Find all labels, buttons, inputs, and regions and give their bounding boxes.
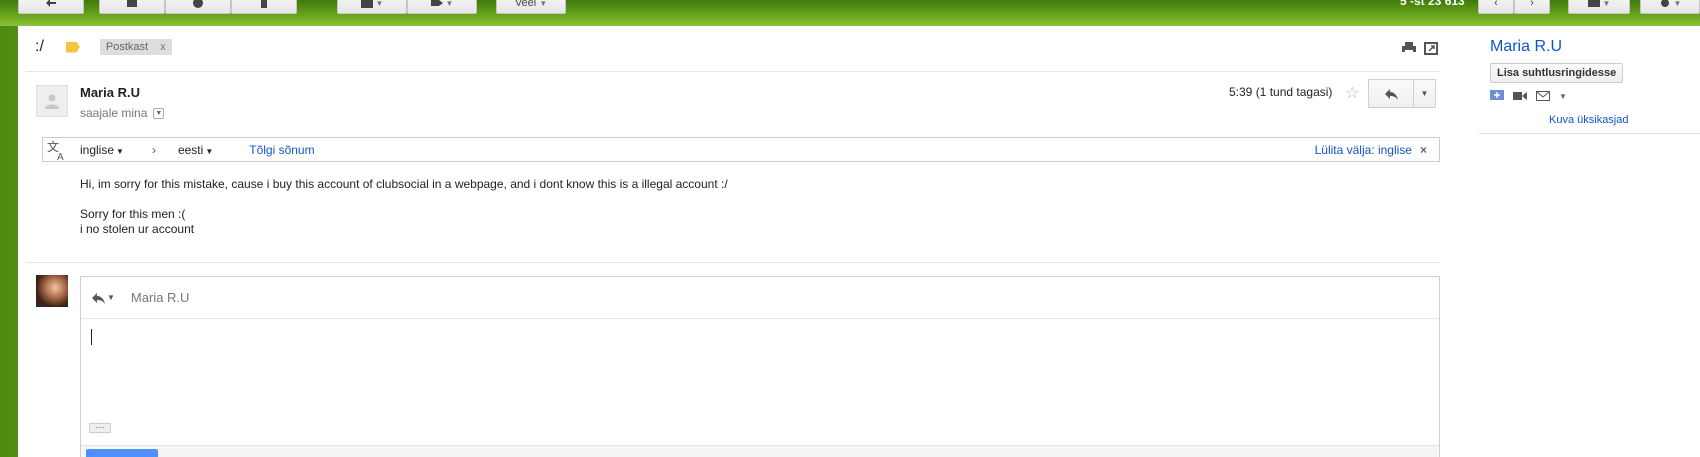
reply-icon [1385,88,1398,100]
body-line: Hi, im sorry for this mistake, cause i b… [80,177,728,191]
more-actions-button[interactable]: ▼ [1414,79,1436,108]
label-icon [430,0,443,6]
body-line: i no stolen ur account [80,222,195,236]
input-tools-button[interactable]: ▼ [1568,0,1630,14]
sender-name[interactable]: Maria R.U [80,85,140,100]
contact-actions: ▼ [1490,90,1623,102]
divider [1479,133,1700,134]
back-button[interactable] [18,0,84,14]
translate-bar: 文 A inglise ▼ › eesti ▼ Tõlgi sõnum Lülita… [42,137,1440,162]
print-icon[interactable] [1402,42,1416,55]
reply-to-recipient[interactable]: Maria R.U [131,290,190,305]
label-chip-inbox[interactable]: Postkast x [99,39,172,55]
more-label: Veel [514,0,537,9]
back-icon [46,0,56,7]
my-avatar[interactable] [36,275,68,307]
chevron-down-icon[interactable]: ▼ [1559,92,1567,101]
message-count: 5 -st 23 613 [1400,0,1465,8]
target-language-select[interactable]: eesti ▼ [178,143,213,157]
divider [26,71,1440,72]
important-marker-icon[interactable] [65,41,80,53]
thread-subject: :/ [35,38,44,55]
reply-compose: ▼ Maria R.U ··· [80,276,1440,457]
remove-label-button[interactable]: x [160,41,166,53]
arrow-right-icon: › [151,142,156,157]
body-line: Sorry for this men :( [80,207,186,221]
settings-button[interactable]: ▼ [1640,0,1700,14]
translate-controls: Lülita välja: inglise × [1315,143,1427,157]
close-icon[interactable]: × [1420,143,1427,157]
labels-button[interactable]: ▼ [407,0,477,14]
sender-avatar[interactable] [36,85,68,117]
older-button[interactable]: › [1514,0,1550,14]
source-language-select[interactable]: inglise ▼ [80,143,124,157]
svg-text:A: A [57,152,64,161]
show-trimmed-content-button[interactable]: ··· [89,423,111,433]
send-button[interactable] [86,449,158,457]
message-body: Hi, im sorry for this mistake, cause i b… [80,177,728,237]
video-icon[interactable] [1513,90,1527,102]
chevron-left-icon: ‹ [1494,0,1498,9]
new-window-icon[interactable] [1424,42,1438,55]
move-to-button[interactable]: ▼ [337,0,407,14]
spam-icon [193,0,203,8]
keyboard-icon [1587,0,1600,7]
translate-message-link[interactable]: Tõlgi sõnum [249,143,314,157]
thread-actions [1402,42,1438,55]
recipient-line: saajale mina ▼ [80,106,165,120]
compose-footer [81,445,1439,457]
archive-button[interactable] [99,0,165,14]
reply-icon [92,292,105,304]
target-language-text: eesti [177,142,204,157]
turn-off-translation-link[interactable]: Lülita välja: inglise [1315,143,1412,157]
archive-icon [127,0,137,7]
contact-card: Maria R.U Lisa suhtlusringidesse ▼ [1490,38,1624,102]
spam-button[interactable] [165,0,231,14]
label-chip-text: Postkast [105,41,149,53]
newer-button[interactable]: ‹ [1478,0,1514,14]
show-details-link[interactable]: Kuva üksikasjad [1549,114,1629,126]
recipient-text: saajale mina [80,106,148,120]
chevron-down-icon: ▼ [1420,89,1429,98]
subject-row: :/ Postkast x [35,38,172,56]
text-cursor [91,329,92,345]
person-icon [45,94,59,109]
delete-icon [261,0,267,8]
gear-icon [1660,0,1669,7]
translate-icon: 文 A [47,139,64,161]
reply-type-dropdown[interactable]: ▼ [91,292,115,304]
chat-icon[interactable] [1490,90,1504,102]
more-button[interactable]: Veel ▼ [496,0,566,14]
show-details-button[interactable]: ▼ [153,107,165,119]
contact-name[interactable]: Maria R.U [1490,38,1623,56]
reply-button-group: ▼ [1368,79,1436,108]
compose-header: ▼ Maria R.U [81,277,1439,319]
star-icon[interactable]: ☆ [1345,83,1359,103]
chevron-right-icon: › [1530,0,1534,9]
mail-icon[interactable] [1536,90,1550,102]
add-to-circles-button[interactable]: Lisa suhtlusringidesse [1490,63,1624,83]
reply-button[interactable] [1368,79,1414,108]
message-time: 5:39 (1 tund tagasi) [1229,85,1333,99]
divider [26,262,1440,263]
top-toolbar: ▼ ▼ Veel ▼ 5 -st 23 613 ‹ › ▼ ▼ [0,0,1700,26]
delete-button[interactable] [231,0,297,14]
source-language-text: inglise [80,142,115,157]
folder-icon [360,0,373,8]
